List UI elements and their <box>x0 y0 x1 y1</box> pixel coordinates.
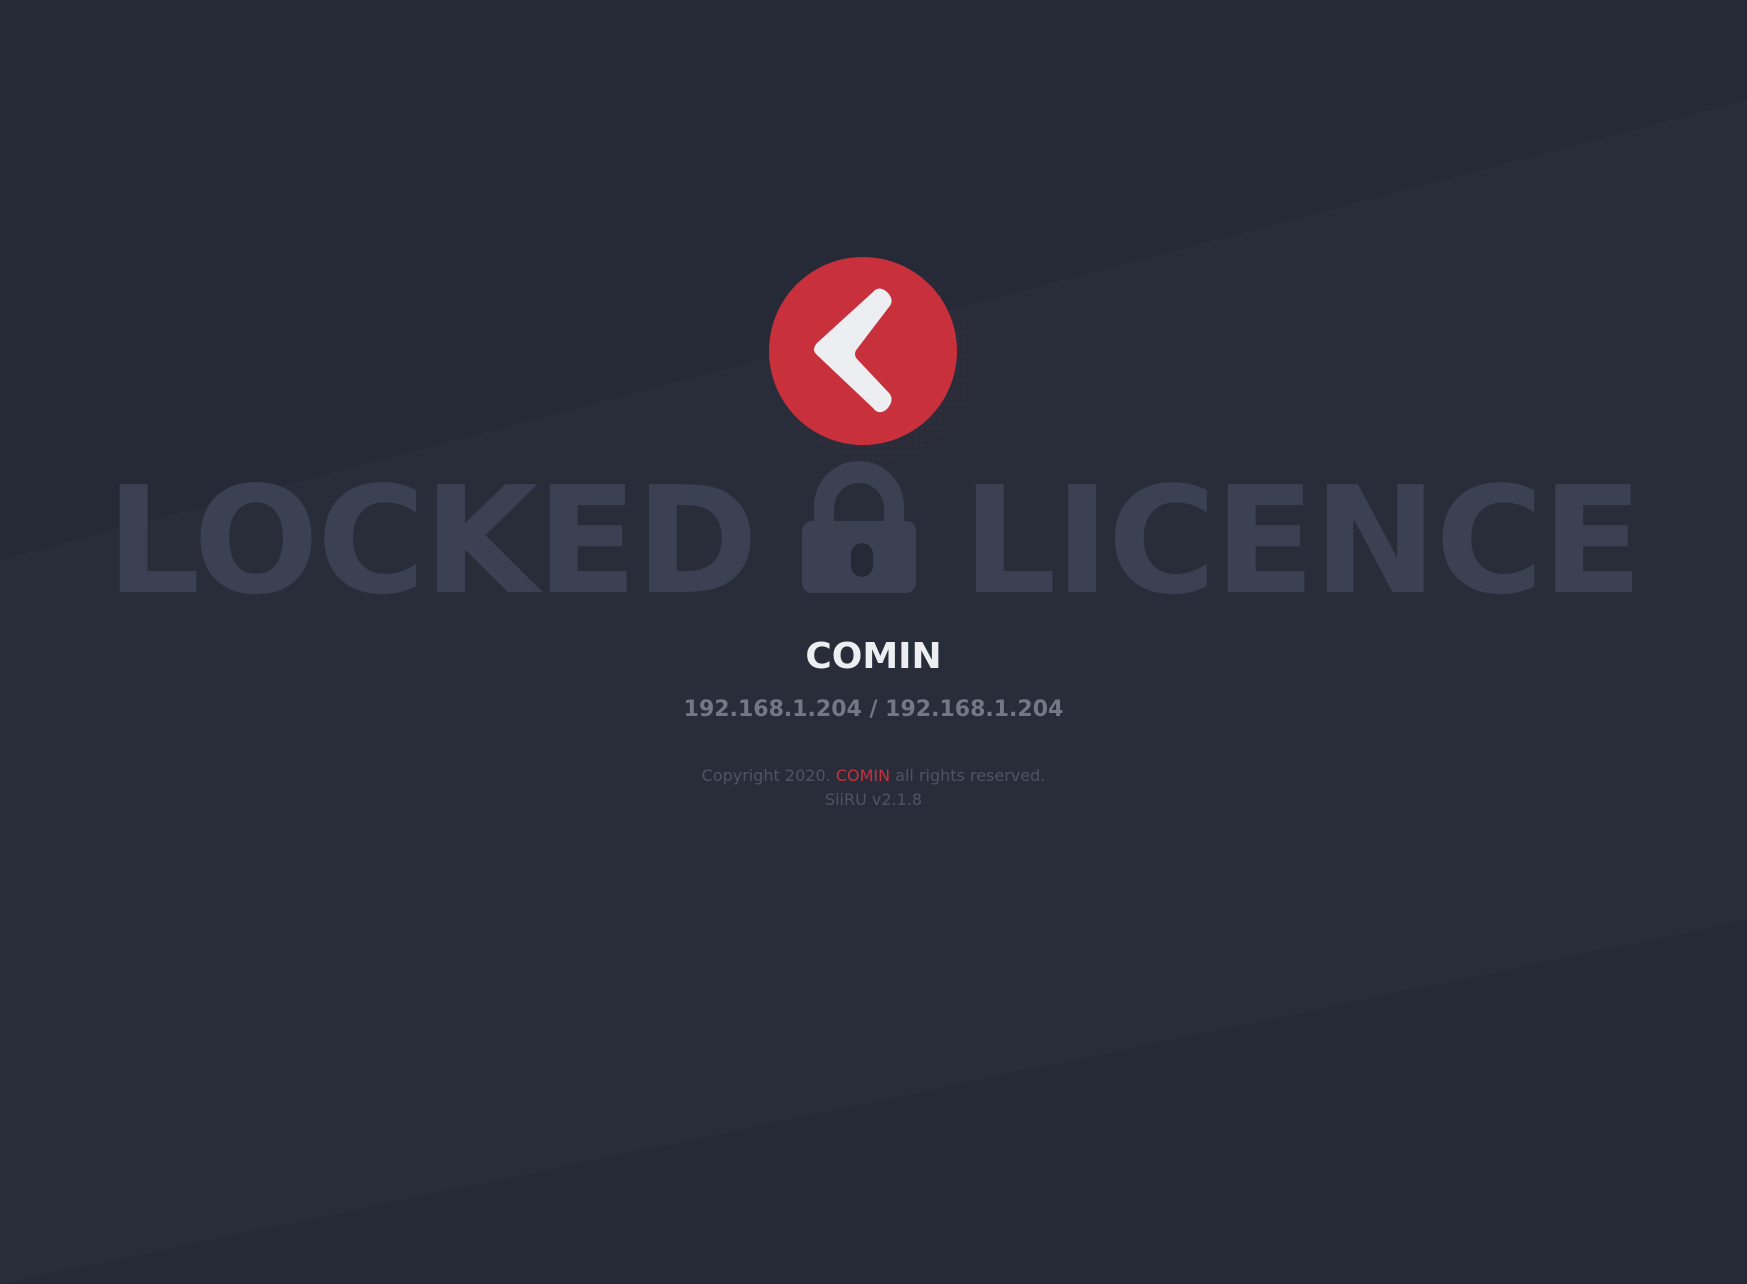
padlock-icon <box>796 456 922 626</box>
headline-left-word: LOCKED <box>106 455 758 627</box>
copyright-prefix: Copyright 2020. <box>701 766 831 785</box>
locked-licence-headline: LOCKED LICENCE <box>0 456 1747 626</box>
locked-licence-screen: LOCKED LICENCE COMIN 192.168.1.204 / 192… <box>0 0 1747 1284</box>
brand-link[interactable]: COMIN <box>836 766 890 785</box>
ip-address: 192.168.1.204 / 192.168.1.204 <box>683 697 1064 722</box>
copyright-line: Copyright 2020. COMIN all rights reserve… <box>0 766 1747 785</box>
device-name: COMIN <box>805 636 942 677</box>
version-text: SiiRU v2.1.8 <box>824 790 923 809</box>
headline-right-word: LICENCE <box>962 455 1643 627</box>
copyright-suffix: all rights reserved. <box>895 766 1046 785</box>
comin-logo-icon <box>769 257 975 461</box>
